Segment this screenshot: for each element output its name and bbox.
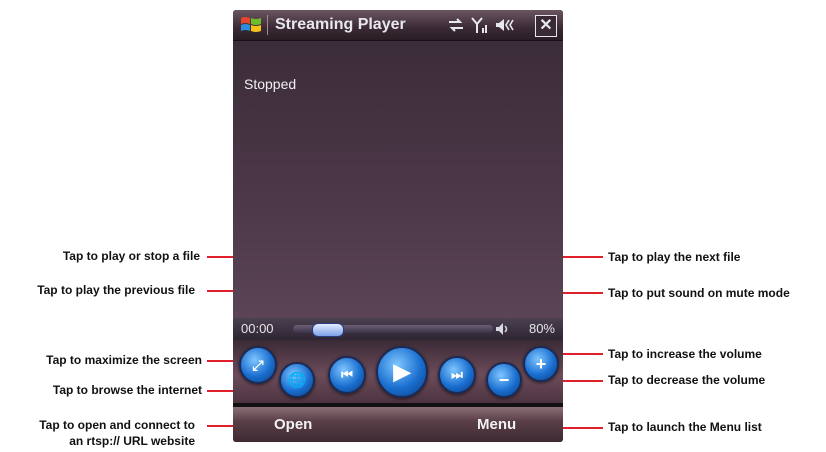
annotation-menu: Tap to launch the Menu list <box>608 420 762 434</box>
control-bar: ⤢ 🌐 ⏮ ▶ ⏭ − + <box>233 340 563 403</box>
minus-icon: − <box>498 369 510 390</box>
title-bar: Streaming Player ✕ <box>233 10 563 41</box>
browse-internet-button[interactable]: 🌐 <box>279 362 315 398</box>
annotation-volume-down: Tap to decrease the volume <box>608 373 766 387</box>
previous-track-icon: ⏮ <box>341 367 353 382</box>
elapsed-time: 00:00 <box>241 321 274 336</box>
next-track-icon: ⏭ <box>451 367 463 382</box>
seek-bar-area: 00:00 80% <box>233 318 563 340</box>
maximize-button[interactable]: ⤢ <box>239 346 277 384</box>
video-area: Stopped <box>233 41 563 318</box>
open-softkey[interactable]: Open <box>274 416 312 433</box>
play-stop-button[interactable]: ▶ <box>376 346 428 398</box>
annotation-mute: Tap to put sound on mute mode <box>608 286 790 300</box>
plus-icon: + <box>535 353 547 374</box>
volume-up-button[interactable]: + <box>523 346 559 382</box>
annotation-previous: Tap to play the previous file <box>37 283 195 297</box>
playback-status: Stopped <box>244 76 297 92</box>
windows-start-icon[interactable] <box>239 15 263 35</box>
close-icon[interactable]: ✕ <box>535 15 557 37</box>
volume-level: 80% <box>528 321 555 336</box>
previous-button[interactable]: ⏮ <box>328 356 366 394</box>
annotation-play-stop: Tap to play or stop a file <box>62 249 200 263</box>
app-title: Streaming Player <box>275 16 406 33</box>
annotation-open-line2: an rtsp:// URL website <box>69 434 195 448</box>
seek-thumb[interactable] <box>312 323 344 337</box>
signal-icon[interactable] <box>471 16 489 34</box>
annotation-next: Tap to play the next file <box>608 250 741 264</box>
annotation-browse: Tap to browse the internet <box>52 383 202 397</box>
maximize-icon: ⤢ <box>252 356 264 373</box>
title-divider <box>267 15 268 35</box>
annotation-maximize: Tap to maximize the screen <box>46 353 202 367</box>
speaker-icon[interactable] <box>495 17 515 33</box>
volume-down-button[interactable]: − <box>486 362 522 398</box>
mute-icon[interactable] <box>495 322 511 336</box>
menu-softkey[interactable]: Menu <box>477 416 516 433</box>
connectivity-icon[interactable] <box>447 18 465 32</box>
softkey-bar: Open Menu <box>233 407 563 442</box>
device-screen: Streaming Player ✕ Stopped 00:00 80% ⤢ 🌐… <box>233 10 563 442</box>
annotation-open-line1: Tap to open and connect to <box>39 418 195 432</box>
play-icon: ▶ <box>393 359 411 384</box>
next-button[interactable]: ⏭ <box>438 356 476 394</box>
globe-icon: 🌐 <box>287 372 307 389</box>
annotation-volume-up: Tap to increase the volume <box>608 347 762 361</box>
